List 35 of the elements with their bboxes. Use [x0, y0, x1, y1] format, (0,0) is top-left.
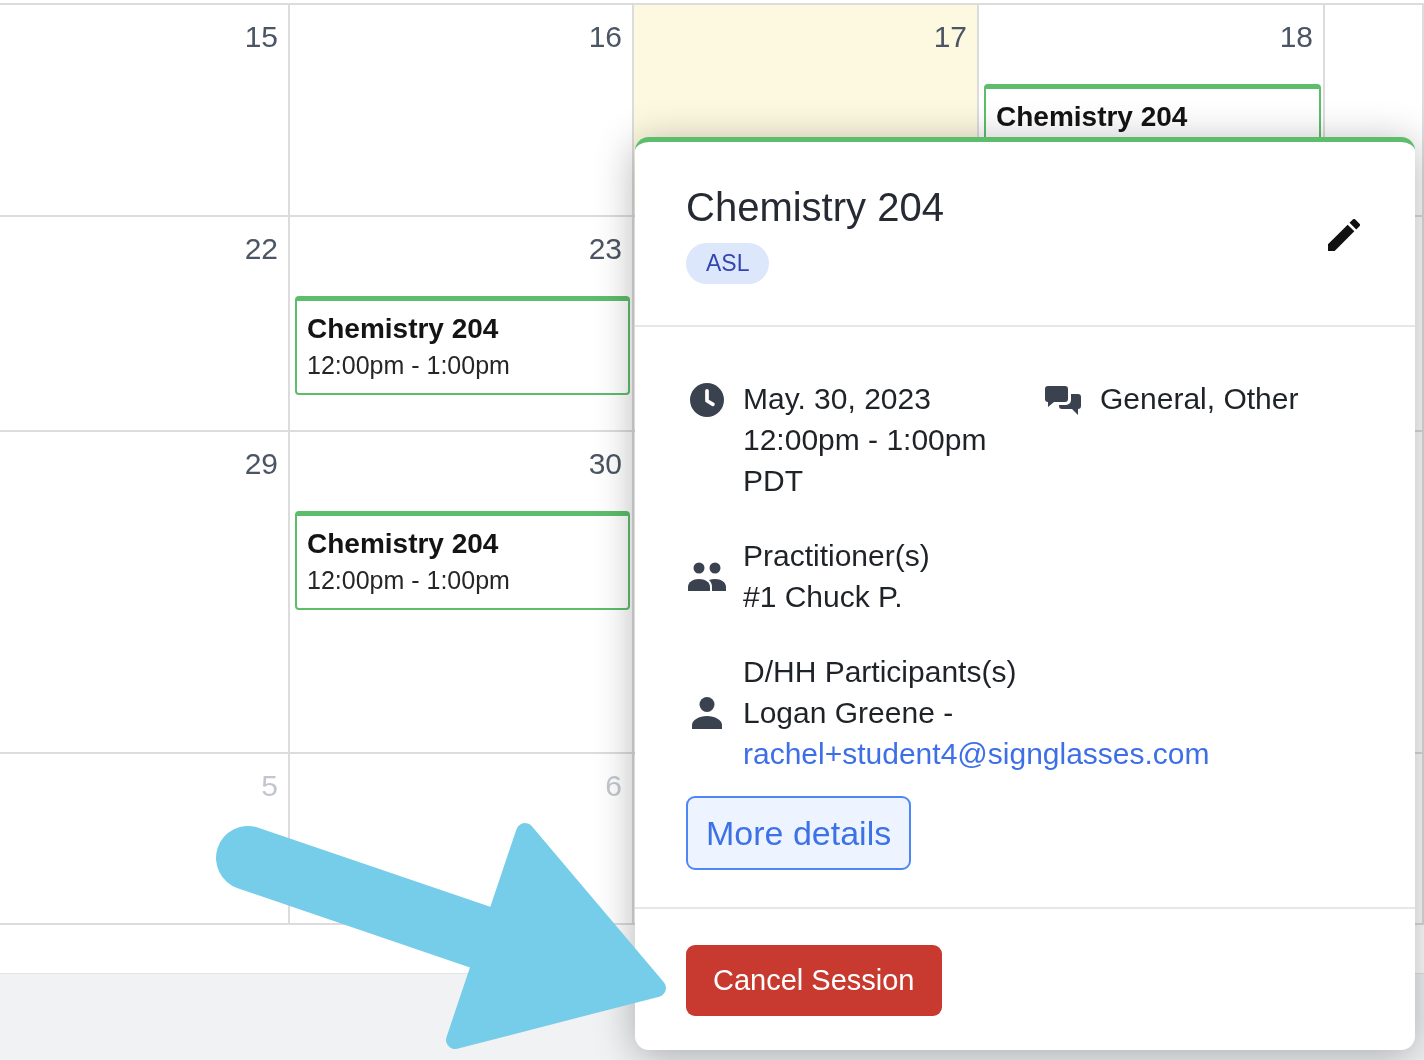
- day-number: 15: [243, 19, 279, 55]
- day-number: 30: [587, 446, 623, 482]
- event-card[interactable]: Chemistry 204 12:00pm - 1:00pm: [295, 296, 630, 395]
- cancel-session-button[interactable]: Cancel Session: [686, 945, 942, 1016]
- people-icon: [688, 561, 726, 591]
- event-title: Chemistry 204: [307, 528, 500, 560]
- person-icon: [692, 696, 722, 729]
- chat-bubbles-icon: [1045, 386, 1081, 415]
- event-title: Chemistry 204: [307, 313, 500, 345]
- day-number: 5: [260, 768, 279, 804]
- session-timezone: PDT: [743, 463, 803, 499]
- pencil-icon[interactable]: [1328, 218, 1360, 251]
- more-details-button[interactable]: More details: [686, 796, 912, 870]
- participant-name: Logan Greene -: [743, 695, 954, 731]
- day-number: 17: [932, 19, 968, 55]
- popover-title: Chemistry 204: [686, 185, 944, 229]
- event-card[interactable]: Chemistry 204 12:00pm - 1:00pm: [295, 511, 630, 610]
- day-number: 22: [243, 231, 279, 267]
- event-time: 12:00pm - 1:00pm: [307, 566, 511, 594]
- language-tag: ASL: [686, 243, 770, 284]
- email-link[interactable]: rachel+student4@signglasses.com: [743, 733, 1210, 774]
- session-date: May. 30, 2023: [743, 381, 931, 417]
- topic-list: General, Other: [1100, 378, 1299, 419]
- event-title: Chemistry 204: [996, 101, 1189, 133]
- day-number: 23: [587, 231, 623, 267]
- day-number: 16: [587, 19, 623, 55]
- day-number: 18: [1278, 19, 1314, 55]
- section-label: Practitioner(s): [743, 538, 930, 574]
- clock-icon: [690, 383, 724, 417]
- event-time: 12:00pm - 1:00pm: [307, 351, 511, 379]
- day-number: 6: [604, 768, 623, 804]
- session-time: 12:00pm - 1:00pm: [743, 422, 987, 458]
- section-label: D/HH Participants(s): [743, 654, 1017, 690]
- day-number: 29: [243, 446, 279, 482]
- practitioner-name: #1 Chuck P.: [743, 579, 903, 615]
